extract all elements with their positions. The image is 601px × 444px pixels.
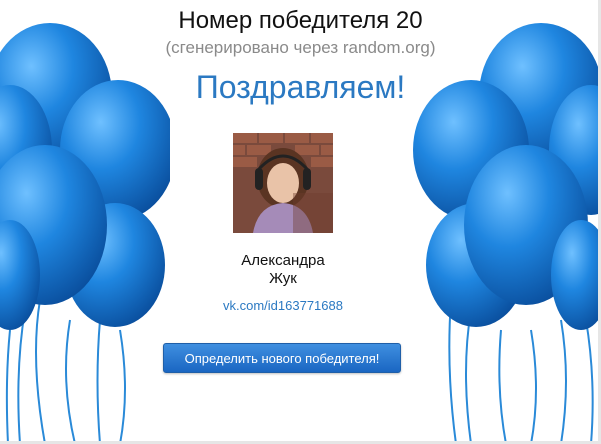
page-subtitle: (сгенерировано через random.org) bbox=[165, 38, 436, 57]
new-winner-button[interactable]: Определить нового победителя! bbox=[163, 343, 401, 373]
winner-name: Александра Жук bbox=[0, 252, 566, 288]
winner-panel: Номер победителя 20 (сгенерировано через… bbox=[0, 0, 601, 444]
page-title: Номер победителя 20 bbox=[178, 7, 423, 34]
winner-avatar[interactable] bbox=[233, 133, 333, 233]
page: Номер победителя 20 (сгенерировано через… bbox=[0, 0, 601, 444]
congrats-heading: Поздравляем! bbox=[195, 69, 406, 105]
winner-first-name: Александра bbox=[241, 252, 325, 269]
winner-last-name: Жук bbox=[269, 270, 297, 287]
winner-profile-link[interactable]: vk.com/id163771688 bbox=[0, 297, 566, 315]
